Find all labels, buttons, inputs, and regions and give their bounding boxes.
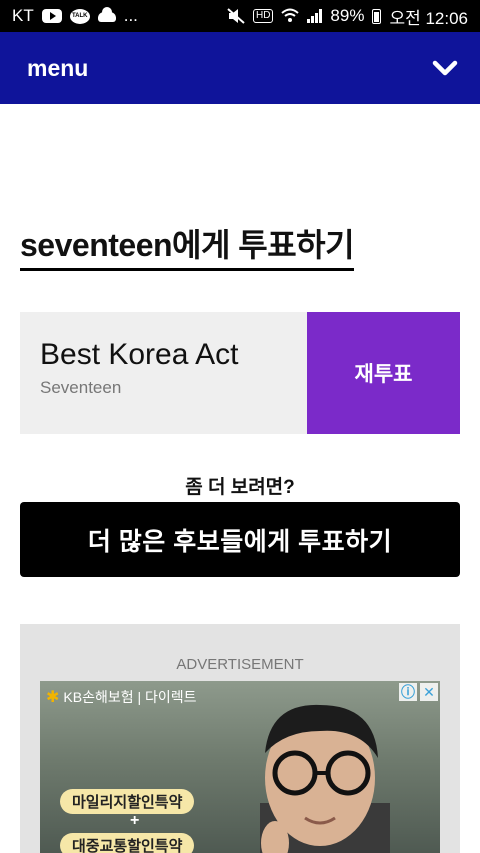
vote-more-candidates-button[interactable]: 더 많은 후보들에게 투표하기 [20,502,460,577]
status-bar-right: HD 89% 오전 12:06 [227,4,468,29]
top-navbar: menu [0,32,480,104]
more-question: 좀 더 보려면? [185,477,295,498]
ad-label: ADVERTISEMENT [176,656,304,673]
ad-close-icon[interactable]: ✕ [420,683,438,701]
ad-brand: ✱ KB손해보험 | 다이렉트 [46,687,197,707]
ad-controls: ⓘ ✕ [399,683,438,701]
ad-banner[interactable]: ✱ KB손해보험 | 다이렉트 ⓘ ✕ 마일리지할인특약 + 대중교통할인특약 [40,681,440,853]
hd-icon: HD [252,9,274,23]
more-notifications: ... [123,6,138,25]
carrier-label: KT [12,6,34,25]
status-bar-left: KT TALK ... [12,6,138,26]
battery-icon [372,8,382,24]
mute-icon [227,8,245,24]
nominee-name: Seventeen [40,378,122,397]
kb-star-logo-icon: ✱ [46,689,60,706]
youtube-icon [41,9,62,23]
ad-tag-mileage: 마일리지할인특약 [60,789,195,814]
battery-percent: 89% [330,6,365,25]
ad-person-image [260,704,390,853]
status-bar: KT TALK ... HD 89% 오전 12:06 [0,0,480,32]
ad-plus: + [130,812,140,829]
wifi-icon [281,8,300,22]
ad-brand-text: KB손해보험 | 다이렉트 [63,689,197,705]
signal-icon [307,9,323,23]
revote-button[interactable]: 재투표 [307,312,460,434]
award-name: Best Korea Act [40,338,239,371]
vote-info: Best Korea Act Seventeen [20,312,307,434]
page-title: seventeen에게 투표하기 [20,220,355,271]
ad-tag-transit: 대중교통할인특약 [60,833,195,853]
clock: 오전 12:06 [389,8,468,28]
vote-card: Best Korea Act Seventeen 재투표 [20,312,460,434]
menu-button[interactable]: menu [27,55,88,82]
ad-info-icon[interactable]: ⓘ [399,683,417,701]
advertisement: ADVERTISEMENT ✱ KB손해보험 | 다이렉트 ⓘ ✕ 마일리지할인… [20,624,460,853]
chevron-down-icon[interactable] [432,59,458,77]
kakaotalk-icon: TALK [69,8,90,24]
cloud-icon [97,7,116,22]
